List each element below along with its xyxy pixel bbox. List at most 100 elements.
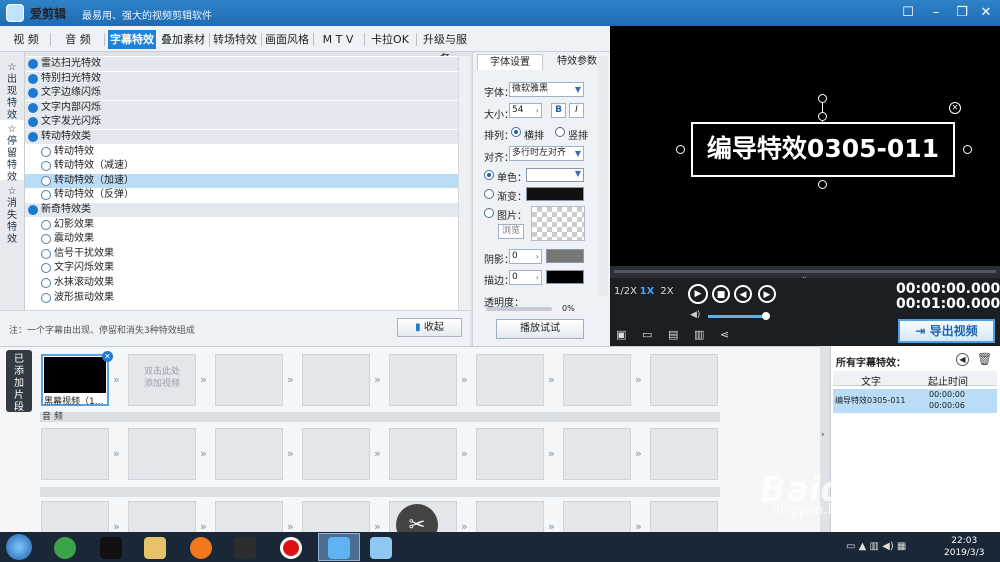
tab-style[interactable]: 画面风格 <box>264 30 310 49</box>
speed-half[interactable]: 1/2X <box>614 284 637 300</box>
effect-item[interactable]: 震动效果 <box>25 232 458 246</box>
caption-text[interactable]: 编导特效0305-011 <box>691 122 955 177</box>
bold-button[interactable]: B <box>551 103 566 118</box>
folder-icon[interactable] <box>144 537 166 559</box>
effect-item[interactable]: 转动特效（反弹） <box>25 188 458 202</box>
media-icon[interactable] <box>234 537 256 559</box>
italic-button[interactable]: I <box>569 103 584 118</box>
image-radio[interactable] <box>484 208 494 218</box>
settings-scrollbar[interactable] <box>598 56 608 296</box>
tab-upgrade[interactable]: 升级与服务 <box>418 30 472 65</box>
opacity-slider[interactable] <box>486 307 552 311</box>
speed-normal[interactable]: 1X <box>638 284 656 300</box>
tab-subtitle-effects[interactable]: 字幕特效 <box>108 30 156 49</box>
shadow-input[interactable]: 0 › <box>509 249 542 264</box>
stroke-color-picker[interactable] <box>546 270 584 284</box>
timeline-slot[interactable] <box>302 428 370 480</box>
resize-handle-right[interactable] <box>963 145 972 154</box>
gradient-radio[interactable] <box>484 189 494 199</box>
effect-item[interactable]: 转动特效（减速） <box>25 159 458 173</box>
timeline-slot[interactable] <box>389 354 457 406</box>
subtitle-row[interactable]: 编导特效0305-011 00:00:00 00:00:06 <box>833 389 997 413</box>
effect-item[interactable]: 水抹滚动效果 <box>25 276 458 290</box>
layout-vertical-radio[interactable] <box>555 127 565 137</box>
timeline-slot[interactable] <box>563 354 631 406</box>
start-button[interactable] <box>6 534 32 560</box>
effect-item[interactable]: 信号干扰效果 <box>25 247 458 261</box>
timeline-slot[interactable] <box>476 428 544 480</box>
effect-category[interactable]: 新奇特效类 <box>25 203 458 217</box>
tab-disappear[interactable]: ☆ 消失特效 <box>0 182 24 245</box>
effect-category[interactable]: 文字发光闪烁 <box>25 115 458 130</box>
export-video-button[interactable]: ⇥ 导出视频 <box>898 319 995 343</box>
next-frame-icon[interactable]: ▶ <box>758 285 776 303</box>
tab-karaoke[interactable]: 卡拉OK <box>367 30 413 49</box>
timeline-slot[interactable] <box>302 354 370 406</box>
tray-icons[interactable]: ▭ ▲ ▥ ◀) ▦ <box>846 541 906 552</box>
effect-item[interactable]: 文字闪烁效果 <box>25 261 458 275</box>
tab-mtv[interactable]: M T V <box>316 30 360 49</box>
firefox-icon[interactable] <box>190 537 212 559</box>
resize-handle-top[interactable] <box>818 112 827 121</box>
clock[interactable]: 22:03 2019/3/3 <box>944 535 984 559</box>
tab-appear[interactable]: ☆ 出现特效 <box>0 58 24 121</box>
play-test-button[interactable]: 播放试试 <box>496 319 584 339</box>
resize-handle-left[interactable] <box>676 145 685 154</box>
volume-icon[interactable]: ◀) <box>690 310 700 320</box>
effect-item[interactable]: 幻影效果 <box>25 218 458 232</box>
layout-horizontal-radio[interactable] <box>511 127 521 137</box>
stroke-input[interactable]: 0 › <box>509 270 542 285</box>
effect-item[interactable]: 波形振动效果 <box>25 291 458 305</box>
minimize-button[interactable]: – <box>924 3 948 23</box>
play-icon[interactable]: ▶ <box>688 284 708 304</box>
timeline-slot[interactable] <box>476 354 544 406</box>
remove-clip-icon[interactable]: ✕ <box>102 351 113 362</box>
timeline-slot[interactable] <box>215 428 283 480</box>
effect-item[interactable]: 转动特效 <box>25 145 458 159</box>
share-icon[interactable]: ⋖ <box>720 328 729 341</box>
effect-category[interactable]: 特别扫光特效 <box>25 71 458 86</box>
notes-icon[interactable] <box>370 537 392 559</box>
solid-color-picker[interactable]: ▼ <box>526 168 584 182</box>
effect-category[interactable]: 雷达扫光特效 <box>25 57 458 71</box>
effect-list-scrollbar[interactable] <box>458 56 470 310</box>
skin-icon[interactable]: ☐ <box>896 3 920 23</box>
font-select[interactable]: 微软雅黑 ▼ <box>509 82 584 97</box>
timeline-slot[interactable] <box>215 354 283 406</box>
rotate-handle[interactable] <box>818 94 827 103</box>
back-icon[interactable]: ◀ <box>956 353 969 366</box>
stop-icon[interactable]: ■ <box>712 285 730 303</box>
speed-double[interactable]: 2X <box>658 284 676 300</box>
tab-font-settings[interactable]: 字体设置 <box>477 54 543 70</box>
timeline-slot[interactable] <box>563 428 631 480</box>
resize-handle-bottom[interactable] <box>818 180 827 189</box>
timeline-slot[interactable] <box>650 354 718 406</box>
shadow-color-picker[interactable] <box>546 249 584 263</box>
save-as-icon[interactable]: ▥ <box>694 328 704 341</box>
close-button[interactable]: ✕ <box>974 3 998 23</box>
effect-category[interactable]: 转动特效类 <box>25 130 458 144</box>
tab-audio[interactable]: 音 频 <box>56 30 100 49</box>
delete-caption-icon[interactable]: ✕ <box>949 102 961 114</box>
prev-frame-icon[interactable]: ◀ <box>734 285 752 303</box>
collapse-button[interactable]: ▮ 收起 <box>397 318 462 337</box>
tab-stay[interactable]: ☆ 停留特效 <box>0 120 24 183</box>
save-icon[interactable]: ▤ <box>668 328 678 341</box>
new-project-icon[interactable]: ▣ <box>616 328 626 341</box>
open-folder-icon[interactable]: ▭ <box>642 328 652 341</box>
timeline-slot[interactable] <box>389 428 457 480</box>
effect-item[interactable]: 转动特效（加速） <box>25 173 458 188</box>
maximize-button[interactable]: ❐ <box>950 3 974 23</box>
timeline-slot[interactable] <box>41 428 109 480</box>
align-select[interactable]: 多行时左对齐 ▼ <box>509 146 584 161</box>
volume-slider[interactable] <box>708 315 764 318</box>
timeline-slot[interactable] <box>128 428 196 480</box>
tab-transitions[interactable]: 转场特效 <box>212 30 258 49</box>
tab-video[interactable]: 视 频 <box>6 30 46 49</box>
effect-category[interactable]: 文字内部闪烁 <box>25 100 458 115</box>
trash-icon[interactable]: 🗑 <box>977 352 992 366</box>
solid-color-radio[interactable] <box>484 170 494 180</box>
browser-icon[interactable] <box>54 537 76 559</box>
size-input[interactable]: 54 › <box>509 103 542 118</box>
recorder-icon[interactable] <box>280 537 302 559</box>
